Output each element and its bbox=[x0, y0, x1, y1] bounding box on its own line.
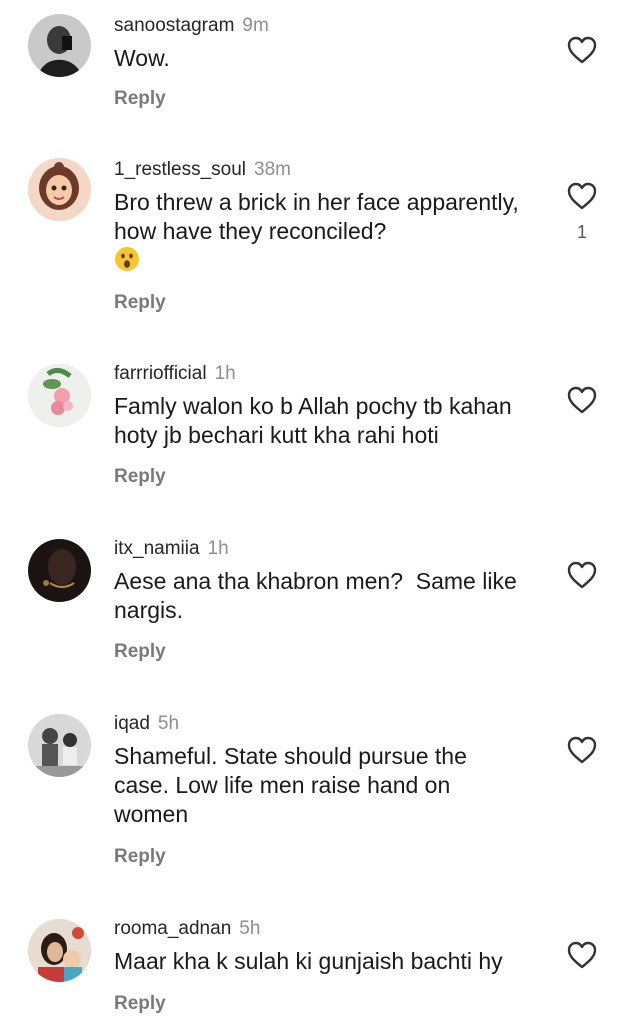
heart-outline-icon[interactable] bbox=[566, 385, 598, 415]
avatar[interactable] bbox=[28, 539, 91, 602]
reply-button[interactable]: Reply bbox=[114, 292, 166, 314]
reply-button[interactable]: Reply bbox=[114, 88, 166, 110]
heart-outline-icon[interactable] bbox=[566, 560, 598, 590]
username[interactable]: rooma_adnan bbox=[114, 918, 231, 939]
comment-text: Maar kha k sulah ki gunjaish bachti hy bbox=[114, 948, 503, 974]
comment-text: Wow. bbox=[114, 45, 170, 71]
reply-button[interactable]: Reply bbox=[114, 641, 166, 663]
heart-outline-icon[interactable] bbox=[566, 735, 598, 765]
heart-outline-icon[interactable] bbox=[566, 940, 598, 970]
comment-item: itx_namiia 1h Aese ana tha khabron men? S… bbox=[0, 537, 631, 667]
timestamp: 5h bbox=[239, 918, 261, 939]
comment-meta: itx_namiia 1h bbox=[114, 537, 229, 561]
comment-text-content: Bro threw a brick in her face apparently… bbox=[114, 189, 519, 244]
comment-item: farrriofficial 1h Famly walon ko b Allah … bbox=[0, 362, 631, 492]
comment-item: rooma_adnan 5h Maar kha k sulah ki gunjai… bbox=[0, 917, 631, 1024]
comment-text: Famly walon ko b Allah pochy tb kahan ho… bbox=[114, 393, 512, 448]
avatar[interactable] bbox=[28, 14, 91, 77]
timestamp: 1h bbox=[214, 363, 236, 384]
comment-meta: 1_restless_soul 38m bbox=[114, 158, 291, 182]
avatar[interactable] bbox=[28, 919, 91, 982]
comment-text: Shameful. State should pursue the case. … bbox=[114, 743, 467, 827]
avatar[interactable] bbox=[28, 158, 91, 221]
timestamp: 5h bbox=[157, 713, 180, 734]
username[interactable]: sanoostagram bbox=[114, 15, 234, 36]
timestamp: 38m bbox=[254, 159, 291, 180]
like-count: 1 bbox=[576, 222, 587, 242]
comment-meta: rooma_adnan 5h bbox=[114, 917, 260, 941]
comment-item: 1_restless_soul 38m Bro threw a brick in … bbox=[0, 158, 631, 328]
username[interactable]: itx_namiia bbox=[114, 538, 200, 559]
astonished-face-icon bbox=[115, 247, 139, 271]
avatar[interactable] bbox=[28, 364, 91, 427]
comment-item: iqad 5h Shameful. State should pursue the… bbox=[0, 712, 631, 872]
username[interactable]: iqad bbox=[114, 713, 150, 734]
username[interactable]: 1_restless_soul bbox=[114, 159, 246, 180]
comment-meta: iqad 5h bbox=[114, 712, 179, 736]
comment-text: Aese ana tha khabron men? Same like narg… bbox=[114, 568, 524, 623]
comment-meta: farrriofficial 1h bbox=[114, 362, 236, 386]
comment-text: Bro threw a brick in her face apparently… bbox=[114, 188, 534, 275]
heart-outline-icon[interactable] bbox=[566, 35, 598, 65]
comment-meta: sanoostagram 9m bbox=[114, 14, 269, 38]
reply-button[interactable]: Reply bbox=[114, 466, 166, 488]
reply-button[interactable]: Reply bbox=[114, 993, 166, 1015]
reply-button[interactable]: Reply bbox=[114, 846, 166, 868]
heart-outline-icon[interactable] bbox=[566, 181, 598, 211]
timestamp: 1h bbox=[207, 538, 229, 559]
username[interactable]: farrriofficial bbox=[114, 363, 207, 384]
timestamp: 9m bbox=[242, 15, 269, 36]
avatar[interactable] bbox=[28, 714, 91, 777]
comment-item: sanoostagram 9m Wow. Reply bbox=[0, 14, 631, 124]
